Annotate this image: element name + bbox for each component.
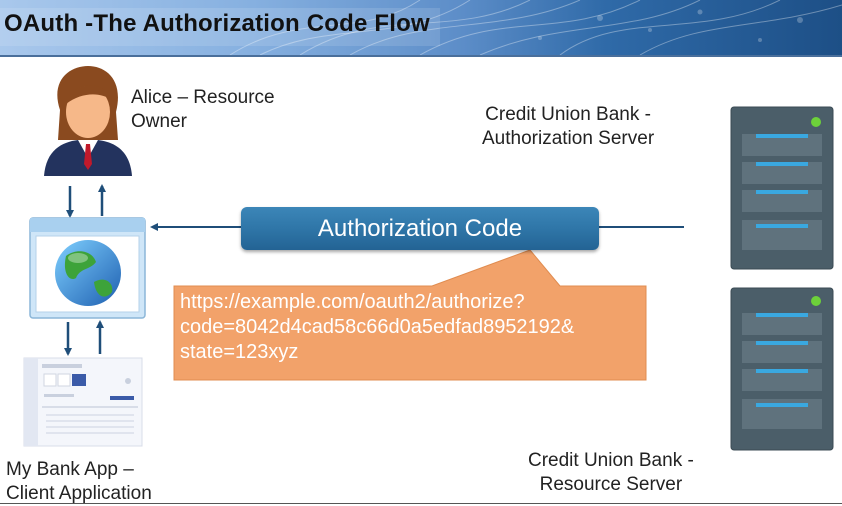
bottom-divider: [0, 503, 842, 504]
resource-server-label-line-1: Credit Union Bank -: [528, 450, 694, 471]
resource-owner-label: Alice – Resource Owner: [131, 86, 275, 134]
resource-owner-avatar-icon: [44, 66, 132, 176]
browser-window-icon: [29, 217, 146, 319]
redirect-url-line-3: state=123xyz: [180, 341, 299, 363]
client-app-screenshot-icon: [23, 357, 143, 447]
resource-server-icon: [730, 287, 834, 451]
redirect-url-line-1: https://example.com/oauth2/authorize?: [180, 291, 525, 313]
redirect-url-text: https://example.com/oauth2/authorize? co…: [180, 290, 640, 365]
diagram-canvas: [23, 66, 834, 451]
authorization-server-label: Credit Union Bank - Authorization Server: [482, 103, 654, 151]
authorization-server-icon: [730, 106, 834, 270]
authorization-server-label-line-2: Authorization Server: [482, 128, 655, 149]
resource-server-label-line-2: Resource Server: [539, 474, 683, 495]
redirect-url-line-2: code=8042d4cad58c66d0a5edfad8952192&: [180, 316, 575, 338]
resource-owner-label-line-1: Alice – Resource: [131, 87, 275, 108]
resource-server-label: Credit Union Bank - Resource Server: [528, 449, 694, 497]
authorization-server-label-line-1: Credit Union Bank -: [485, 104, 651, 125]
authorization-code-message: Authorization Code: [241, 207, 599, 250]
globe-icon: [55, 240, 121, 306]
resource-owner-label-line-2: Owner: [131, 111, 187, 132]
client-application-label-line-1: My Bank App –: [6, 459, 134, 480]
client-application-label: My Bank App – Client Application: [6, 458, 152, 506]
